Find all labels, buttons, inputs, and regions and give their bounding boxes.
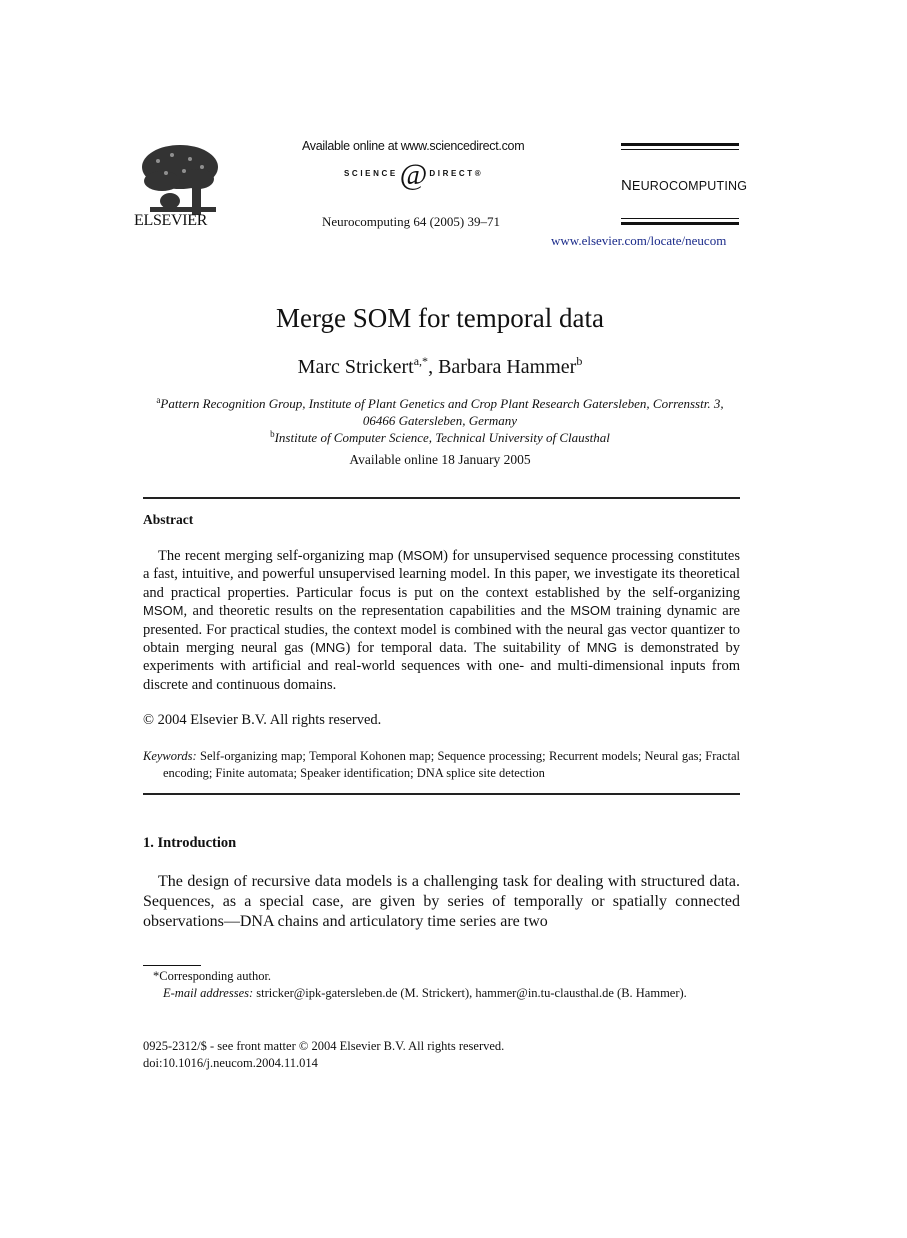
sciencedirect-availability[interactable]: Available online at www.sciencedirect.co…: [302, 139, 525, 153]
email-addresses[interactable]: stricker@ipk-gatersleben.de (M. Stricker…: [256, 986, 687, 1000]
journal-rule-bottom: [621, 222, 739, 225]
sciencedirect-logo-right: DIRECT: [429, 169, 475, 178]
journal-rule-top: [621, 143, 739, 146]
keywords-label: Keywords:: [143, 749, 197, 763]
author-affiliation-mark[interactable]: a,*: [414, 354, 428, 368]
journal-rule-top-thin: [621, 149, 739, 150]
affiliation-b: bInstitute of Computer Science, Technica…: [270, 429, 610, 445]
corresponding-author-note: *Corresponding author.: [153, 969, 272, 983]
abstract-body: The recent merging self-organizing map (…: [143, 548, 740, 693]
paper-title: Merge SOM for temporal data: [276, 303, 604, 333]
keywords: Keywords: Self-organizing map; Temporal …: [143, 748, 740, 782]
author-name: Marc Strickert: [297, 356, 414, 378]
section-body: The design of recursive data models is a…: [143, 873, 740, 930]
sciencedirect-logo: SCIENCE@ DIRECT®: [344, 158, 483, 192]
available-online-date: Available online 18 January 2005: [349, 452, 531, 467]
section-heading: 1. Introduction: [143, 835, 237, 851]
footnote-rule: [143, 965, 201, 966]
doi-link[interactable]: doi:10.1016/j.neucom.2004.11.014: [143, 1056, 318, 1071]
issn-line: 0925-2312/$ - see front matter © 2004 El…: [143, 1039, 505, 1053]
affiliation-a: aPattern Recognition Group, Institute of…: [156, 395, 724, 428]
keywords-list: Self-organizing map; Temporal Kohonen ma…: [163, 749, 740, 780]
sciencedirect-at-icon: @: [399, 158, 428, 191]
sciencedirect-logo-left: SCIENCE: [344, 169, 398, 178]
journal-reference: Neurocomputing 64 (2005) 39–71: [322, 214, 501, 229]
author-list: Marc Strickerta,*, Barbara Hammerb: [297, 354, 583, 378]
author-name: Barbara Hammer: [438, 356, 577, 378]
divider: [143, 793, 740, 795]
author-affiliation-mark[interactable]: b: [576, 354, 582, 368]
journal-name: NEUROCOMPUTING: [621, 177, 748, 194]
email-addresses-note: E-mail addresses: stricker@ipk-gatersleb…: [163, 986, 687, 1000]
registered-mark: ®: [474, 169, 484, 178]
divider: [143, 497, 740, 499]
journal-url-link[interactable]: www.elsevier.com/locate/neucom: [551, 233, 726, 249]
publisher-logo-text: ELSEVIER: [134, 212, 208, 229]
journal-rule-bottom-thin: [621, 218, 739, 219]
abstract-copyright: © 2004 Elsevier B.V. All rights reserved…: [143, 712, 382, 728]
abstract-heading: Abstract: [143, 512, 194, 527]
